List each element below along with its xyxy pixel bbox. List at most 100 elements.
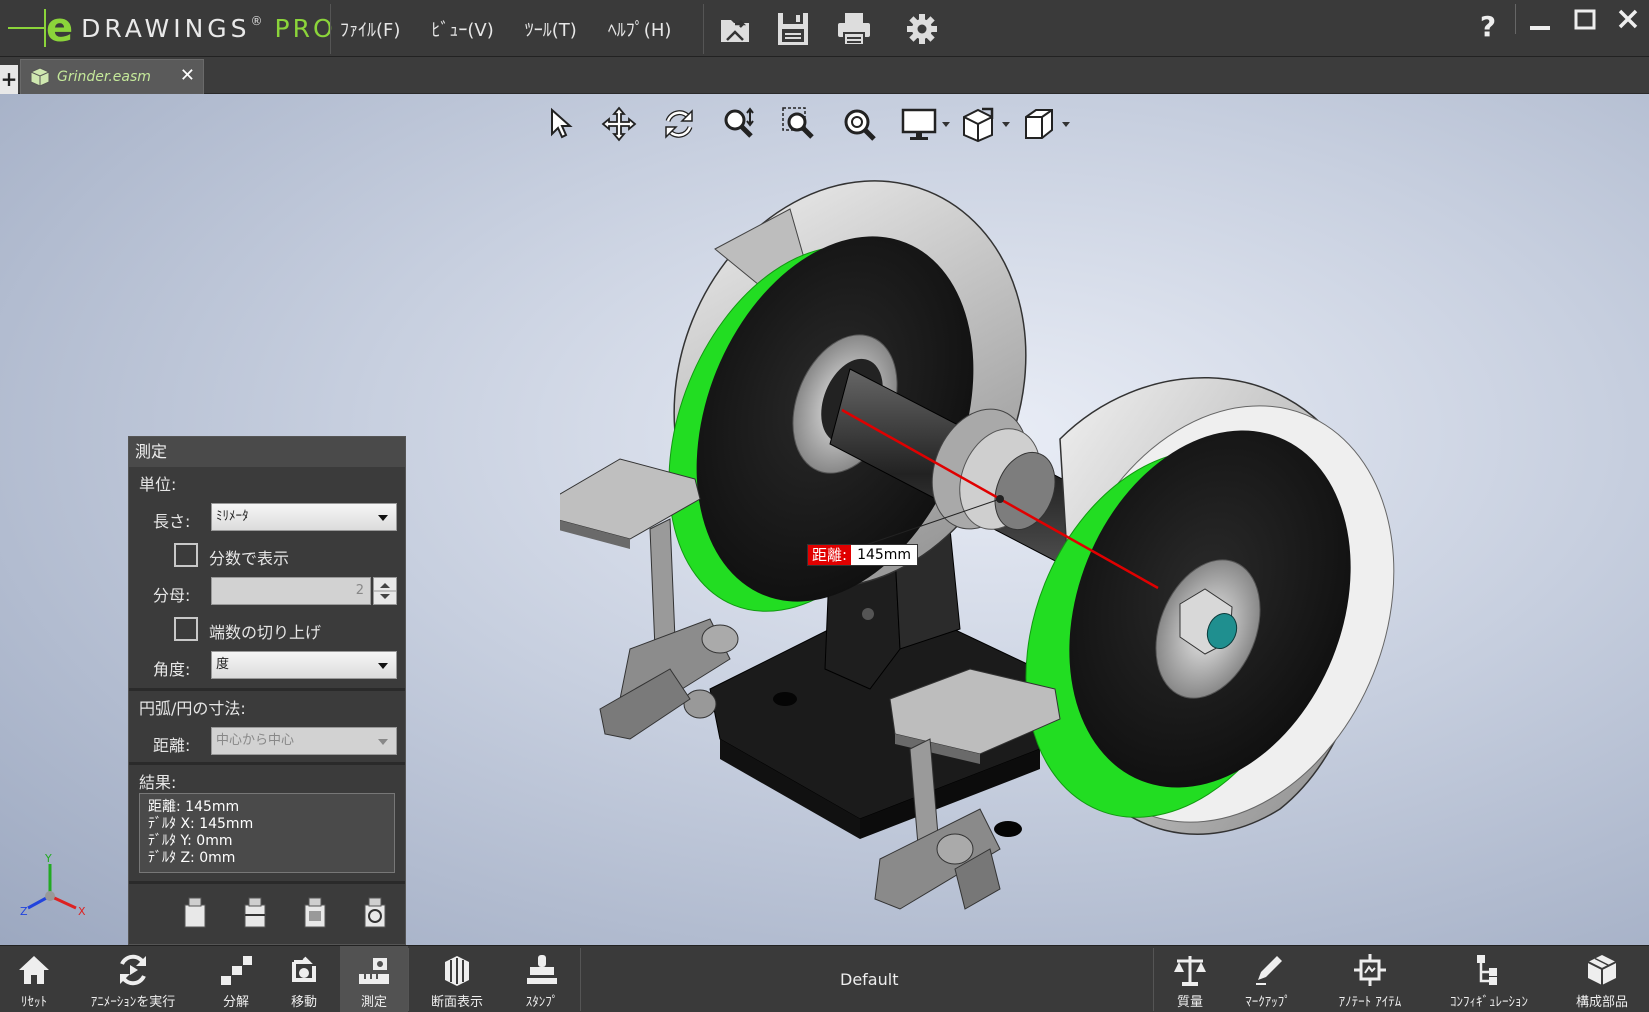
reset-button[interactable]: ﾘｾｯﾄ — [0, 946, 68, 1012]
measure-point-icon[interactable] — [179, 895, 211, 929]
distance-label: 距離: — [153, 736, 191, 755]
assembly-icon — [30, 67, 50, 87]
angle-label: 角度: — [153, 660, 191, 679]
measure-panel: 測定 単位: 長さ: ﾐﾘﾒｰﾀ 分数で表示 分母: 2 端数の切り上げ 角度:… — [128, 436, 406, 945]
measurement-callout: 距離: 145mm — [807, 544, 919, 566]
measurement-callout-key: 距離: — [808, 545, 852, 565]
length-label: 長さ: — [153, 512, 191, 531]
help-button[interactable]: ? — [1470, 10, 1506, 43]
annotation-icon — [1354, 954, 1386, 986]
panel-divider — [129, 881, 405, 884]
toolbar-separator — [1153, 948, 1154, 1011]
triad-y-label: Y — [44, 854, 52, 865]
denominator-input[interactable]: 2 — [211, 577, 371, 605]
measure-panel-title: 測定 — [129, 437, 405, 467]
measure-icon — [359, 958, 389, 984]
document-tab-bar: + Grinder.easm ✕ — [0, 57, 1649, 94]
markup-button[interactable]: ﾏｰｸｱｯﾌﾟ — [1230, 946, 1306, 1012]
mass-label: 質量 — [1176, 995, 1203, 1010]
document-tab[interactable]: Grinder.easm ✕ — [20, 59, 204, 94]
panel-divider — [129, 688, 405, 691]
length-unit-value: ﾐﾘﾒｰﾀ — [216, 509, 249, 524]
arc-distance-select[interactable]: 中心から中心 — [211, 727, 397, 755]
animation-icon — [120, 954, 146, 986]
print-icon[interactable] — [835, 10, 873, 48]
measure-button[interactable]: 測定 — [340, 946, 408, 1012]
results-box: 距離: 145mm ﾃﾞﾙﾀ X: 145mm ﾃﾞﾙﾀ Y: 0mm ﾃﾞﾙﾀ… — [139, 793, 395, 873]
markup-label: ﾏｰｸｱｯﾌﾟ — [1245, 995, 1291, 1010]
run-animation-button[interactable]: ｱﾆﾒｰｼｮﾝを実行 — [70, 946, 196, 1012]
menu-file[interactable]: ﾌｧｲﾙ(F) — [340, 16, 400, 42]
move-button[interactable]: 移動 — [270, 946, 338, 1012]
chevron-down-icon[interactable] — [1062, 122, 1070, 127]
reset-label: ﾘｾｯﾄ — [21, 995, 47, 1010]
menu-help[interactable]: ﾍﾙﾌﾟ(H) — [608, 16, 672, 42]
save-icon[interactable] — [774, 10, 812, 48]
chevron-down-icon — [378, 739, 388, 745]
new-tab-button[interactable]: + — [0, 65, 18, 94]
components-button[interactable]: 構成部品 — [1560, 946, 1644, 1012]
fraction-label: 分数で表示 — [209, 549, 290, 568]
close-tab-icon[interactable]: ✕ — [180, 65, 195, 86]
toolbar-separator — [408, 948, 409, 1011]
section-view-button[interactable]: 断面表示 — [412, 946, 502, 1012]
menu-tools[interactable]: ﾂｰﾙ(T) — [525, 16, 577, 42]
app-logo: e DRAWINGS ® PRO — [8, 6, 336, 50]
move-icon — [292, 956, 316, 982]
chevron-down-icon[interactable] — [1002, 122, 1010, 127]
close-button[interactable] — [1610, 6, 1646, 36]
configuration-icon — [1477, 955, 1497, 985]
angle-unit-select[interactable]: 度 — [211, 651, 397, 679]
logo-registered: ® — [250, 14, 263, 28]
grinder-model[interactable] — [560, 129, 1460, 945]
title-separator — [330, 4, 331, 54]
section-icon — [445, 956, 469, 986]
denominator-value: 2 — [355, 583, 364, 598]
results-section-label: 結果: — [139, 773, 177, 792]
menu-view[interactable]: ﾋﾞｭｰ(V) — [431, 16, 493, 42]
configuration-button[interactable]: ｺﾝﾌｨｷﾞｭﾚｰｼｮﾝ — [1434, 946, 1544, 1012]
measure-face-icon[interactable] — [299, 895, 331, 929]
maximize-button[interactable] — [1567, 6, 1603, 36]
angle-unit-value: 度 — [216, 657, 230, 672]
measurement-callout-value: 145mm — [851, 545, 918, 565]
chevron-down-icon — [378, 663, 388, 669]
annotation-button[interactable]: ｱﾉﾃｰﾄ ｱｲﾃﾑ — [1320, 946, 1420, 1012]
denominator-stepper[interactable] — [373, 577, 397, 605]
document-tab-label: Grinder.easm — [57, 69, 151, 85]
round-checkbox[interactable] — [174, 617, 198, 641]
stamp-button[interactable]: ｽﾀﾝﾌﾟ — [508, 946, 576, 1012]
mass-button[interactable]: 質量 — [1158, 946, 1222, 1012]
result-delta-z: ﾃﾞﾙﾀ Z: 0mm — [148, 850, 236, 866]
move-label: 移動 — [290, 995, 317, 1010]
chevron-down-icon[interactable] — [942, 122, 950, 127]
home-icon — [19, 956, 49, 984]
logo-e: e — [46, 5, 74, 51]
bottom-toolbar: ﾘｾｯﾄ ｱﾆﾒｰｼｮﾝを実行 分解 移動 測定 断面表示 ｽﾀﾝﾌﾟ Defa… — [0, 945, 1649, 1012]
configuration-label: ｺﾝﾌｨｷﾞｭﾚｰｼｮﾝ — [1450, 995, 1528, 1010]
result-delta-y: ﾃﾞﾙﾀ Y: 0mm — [148, 833, 233, 849]
run-animation-label: ｱﾆﾒｰｼｮﾝを実行 — [90, 995, 176, 1010]
axis-triad: Y Z X — [20, 854, 86, 918]
fraction-checkbox[interactable] — [174, 543, 198, 567]
measure-label: 測定 — [360, 995, 387, 1010]
result-distance: 距離: 145mm — [148, 799, 240, 815]
chevron-down-icon — [378, 515, 388, 521]
title-separator — [703, 4, 704, 54]
measure-circle-icon[interactable] — [359, 895, 391, 929]
minimize-button[interactable] — [1522, 6, 1558, 36]
measure-edge-icon[interactable] — [239, 895, 271, 929]
denominator-label: 分母: — [153, 586, 191, 605]
round-label: 端数の切り上げ — [209, 623, 322, 642]
open-icon[interactable] — [717, 10, 755, 48]
logo-name: DRAWINGS — [81, 13, 251, 43]
logo-pro: PRO — [274, 13, 336, 43]
triad-z-label: Z — [20, 905, 28, 918]
result-delta-x: ﾃﾞﾙﾀ X: 145mm — [148, 816, 254, 832]
explode-button[interactable]: 分解 — [206, 946, 266, 1012]
stamp-label: ｽﾀﾝﾌﾟ — [525, 995, 559, 1010]
length-unit-select[interactable]: ﾐﾘﾒｰﾀ — [211, 503, 397, 531]
stamp-icon — [527, 955, 557, 984]
explode-label: 分解 — [222, 995, 249, 1010]
settings-icon[interactable] — [903, 10, 941, 48]
